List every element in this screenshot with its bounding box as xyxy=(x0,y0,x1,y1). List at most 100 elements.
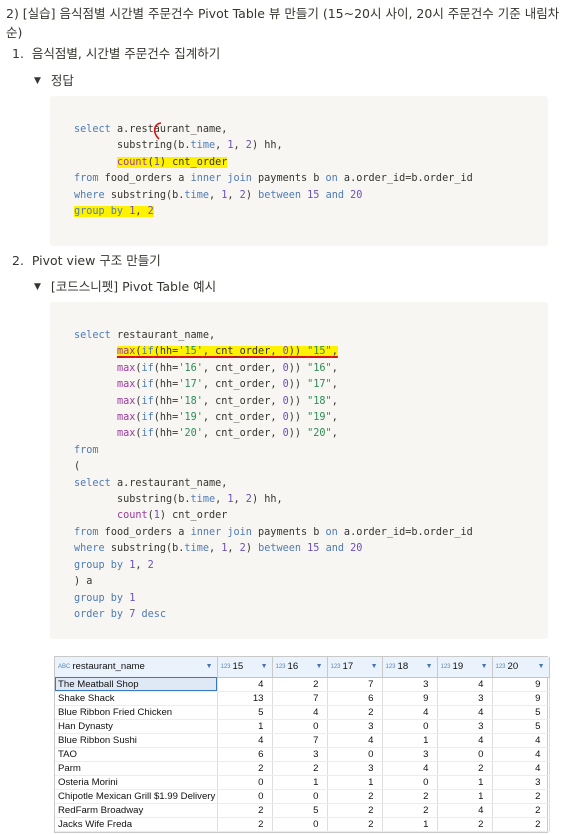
cell-restaurant-name[interactable]: Blue Ribbon Fried Chicken xyxy=(55,705,218,720)
sort-filter-icon[interactable]: ▼ xyxy=(371,663,378,670)
sort-filter-icon[interactable]: ▼ xyxy=(261,663,268,670)
cell-count[interactable]: 9 xyxy=(492,691,550,706)
cell-count[interactable]: 1 xyxy=(382,733,438,748)
sort-filter-icon[interactable]: ▼ xyxy=(538,663,545,670)
column-header-18[interactable]: 123 18 ▼ xyxy=(382,657,438,678)
cell-count[interactable]: 3 xyxy=(382,677,438,692)
toggle-answer[interactable]: ▼ 정답 xyxy=(34,72,74,90)
cell-count[interactable]: 4 xyxy=(437,677,493,692)
table-row[interactable]: Jacks Wife Freda 2 0 2 1 2 2 xyxy=(55,817,550,832)
cell-count[interactable]: 7 xyxy=(327,677,383,692)
cell-restaurant-name[interactable]: The Meatball Shop xyxy=(55,677,218,692)
cell-count[interactable]: 2 xyxy=(217,803,273,818)
cell-count[interactable]: 2 xyxy=(492,803,550,818)
cell-count[interactable]: 7 xyxy=(272,733,328,748)
cell-restaurant-name[interactable]: Jacks Wife Freda xyxy=(55,817,218,832)
cell-count[interactable]: 5 xyxy=(492,705,550,720)
cell-count[interactable]: 2 xyxy=(327,803,383,818)
table-row[interactable]: Han Dynasty 1 0 3 0 3 5 xyxy=(55,719,550,734)
cell-count[interactable]: 4 xyxy=(272,705,328,720)
cell-count[interactable]: 9 xyxy=(492,677,550,692)
cell-count[interactable]: 4 xyxy=(217,733,273,748)
cell-count[interactable]: 4 xyxy=(217,677,273,692)
column-header-17[interactable]: 123 17 ▼ xyxy=(327,657,383,678)
cell-count[interactable]: 3 xyxy=(327,761,383,776)
cell-count[interactable]: 2 xyxy=(437,761,493,776)
cell-count[interactable]: 1 xyxy=(437,775,493,790)
cell-count[interactable]: 3 xyxy=(327,719,383,734)
cell-restaurant-name[interactable]: Shake Shack xyxy=(55,691,218,706)
cell-count[interactable]: 6 xyxy=(327,691,383,706)
cell-count[interactable]: 1 xyxy=(437,789,493,804)
cell-count[interactable]: 1 xyxy=(272,775,328,790)
cell-count[interactable]: 0 xyxy=(272,719,328,734)
cell-count[interactable]: 4 xyxy=(327,733,383,748)
cell-restaurant-name[interactable]: Han Dynasty xyxy=(55,719,218,734)
cell-count[interactable]: 5 xyxy=(272,803,328,818)
cell-restaurant-name[interactable]: TAO xyxy=(55,747,218,762)
column-header-15[interactable]: 123 15 ▼ xyxy=(217,657,273,678)
cell-count[interactable]: 5 xyxy=(217,705,273,720)
cell-restaurant-name[interactable]: Osteria Morini xyxy=(55,775,218,790)
cell-count[interactable]: 0 xyxy=(327,747,383,762)
cell-count[interactable]: 2 xyxy=(217,817,273,832)
cell-count[interactable]: 4 xyxy=(437,705,493,720)
cell-count[interactable]: 3 xyxy=(272,747,328,762)
cell-count[interactable]: 0 xyxy=(217,789,273,804)
cell-count[interactable]: 3 xyxy=(492,775,550,790)
toggle-triangle-icon[interactable]: ▼ xyxy=(34,72,41,90)
cell-count[interactable]: 5 xyxy=(492,719,550,734)
cell-count[interactable]: 2 xyxy=(382,803,438,818)
column-header-restaurant_name[interactable]: ABC restaurant_name ▼ xyxy=(55,657,218,678)
cell-count[interactable]: 4 xyxy=(382,705,438,720)
column-header-20[interactable]: 123 20 ▼ xyxy=(492,657,550,678)
column-header-16[interactable]: 123 16 ▼ xyxy=(272,657,328,678)
table-row[interactable]: RedFarm Broadway 2 5 2 2 4 2 xyxy=(55,803,550,818)
toggle-code-snippet[interactable]: ▼ [코드스니펫] Pivot Table 예시 xyxy=(34,278,216,296)
cell-count[interactable]: 2 xyxy=(272,761,328,776)
sort-filter-icon[interactable]: ▼ xyxy=(316,663,323,670)
cell-count[interactable]: 7 xyxy=(272,691,328,706)
cell-count[interactable]: 2 xyxy=(327,817,383,832)
cell-count[interactable]: 2 xyxy=(492,789,550,804)
cell-count[interactable]: 2 xyxy=(327,789,383,804)
table-row[interactable]: Chipotle Mexican Grill $1.99 Delivery 0 0 2… xyxy=(55,789,550,804)
cell-restaurant-name[interactable]: Chipotle Mexican Grill $1.99 Delivery xyxy=(55,789,218,804)
cell-count[interactable]: 2 xyxy=(217,761,273,776)
cell-count[interactable]: 4 xyxy=(492,733,550,748)
cell-count[interactable]: 4 xyxy=(437,803,493,818)
toggle-triangle-icon[interactable]: ▼ xyxy=(34,278,41,296)
cell-count[interactable]: 2 xyxy=(272,677,328,692)
cell-count[interactable]: 4 xyxy=(492,747,550,762)
table-row[interactable]: The Meatball Shop 4 2 7 3 4 9 xyxy=(55,677,550,692)
cell-count[interactable]: 2 xyxy=(437,817,493,832)
cell-count[interactable]: 4 xyxy=(437,733,493,748)
cell-count[interactable]: 2 xyxy=(327,705,383,720)
sort-filter-icon[interactable]: ▼ xyxy=(481,663,488,670)
table-row[interactable]: Parm 2 2 3 4 2 4 xyxy=(55,761,550,776)
cell-count[interactable]: 0 xyxy=(437,747,493,762)
cell-count[interactable]: 4 xyxy=(382,761,438,776)
cell-count[interactable]: 13 xyxy=(217,691,273,706)
sort-filter-icon[interactable]: ▼ xyxy=(426,663,433,670)
column-header-19[interactable]: 123 19 ▼ xyxy=(437,657,493,678)
cell-count[interactable]: 1 xyxy=(382,817,438,832)
cell-restaurant-name[interactable]: Blue Ribbon Sushi xyxy=(55,733,218,748)
cell-count[interactable]: 1 xyxy=(217,719,273,734)
table-row[interactable]: Shake Shack 13 7 6 9 3 9 xyxy=(55,691,550,706)
cell-restaurant-name[interactable]: Parm xyxy=(55,761,218,776)
table-row[interactable]: Blue Ribbon Sushi 4 7 4 1 4 4 xyxy=(55,733,550,748)
cell-count[interactable]: 3 xyxy=(437,691,493,706)
cell-count[interactable]: 3 xyxy=(437,719,493,734)
cell-count[interactable]: 9 xyxy=(382,691,438,706)
cell-count[interactable]: 3 xyxy=(382,747,438,762)
cell-count[interactable]: 0 xyxy=(217,775,273,790)
cell-count[interactable]: 2 xyxy=(492,817,550,832)
cell-count[interactable]: 0 xyxy=(382,719,438,734)
table-row[interactable]: TAO 6 3 0 3 0 4 xyxy=(55,747,550,762)
table-row[interactable]: Blue Ribbon Fried Chicken 5 4 2 4 4 5 xyxy=(55,705,550,720)
cell-restaurant-name[interactable]: RedFarm Broadway xyxy=(55,803,218,818)
cell-count[interactable]: 0 xyxy=(382,775,438,790)
cell-count[interactable]: 6 xyxy=(217,747,273,762)
cell-count[interactable]: 1 xyxy=(327,775,383,790)
